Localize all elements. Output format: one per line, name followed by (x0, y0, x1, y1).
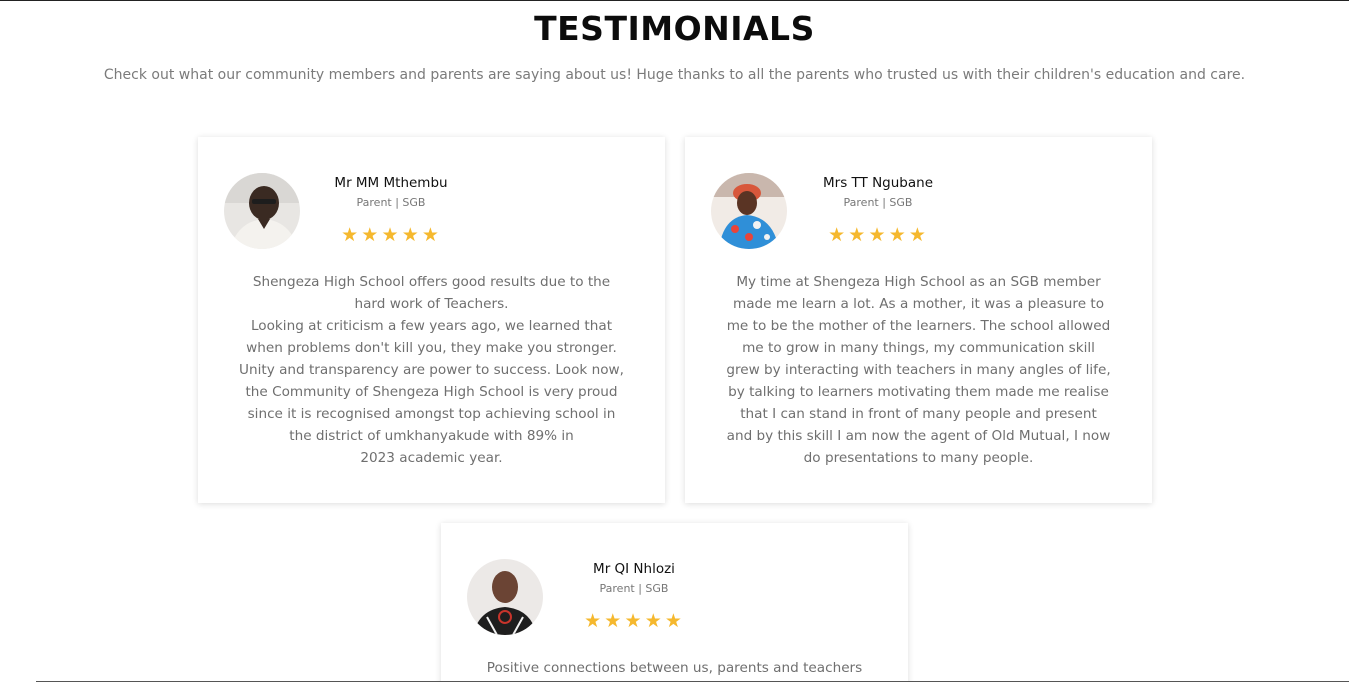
star-icon: ★ (584, 610, 602, 632)
testimonial-role: Parent | SGB (356, 196, 426, 209)
quote-line: me to be the mother of the learners. The… (726, 318, 1111, 334)
testimonial-quote: My time at Shengeza High School as an SG… (713, 271, 1124, 469)
quote-line: My time at Shengeza High School as an SG… (736, 274, 1101, 290)
quote-line: Positive connections between us, parents… (486, 660, 863, 676)
quote-line: 2023 academic year. (360, 450, 503, 466)
testimonial-role: Parent | SGB (599, 582, 669, 595)
testimonial-quote: Shengeza High School offers good results… (226, 271, 637, 469)
star-icon: ★ (868, 224, 886, 246)
avatar (224, 173, 300, 249)
star-icon: ★ (828, 224, 846, 246)
avatar (711, 173, 787, 249)
star-icon: ★ (401, 224, 419, 246)
testimonials-page: TESTIMONIALS Check out what our communit… (0, 0, 1349, 682)
quote-line: Shengeza High School offers good results… (252, 274, 611, 290)
star-rating: ★ ★ ★ ★ ★ (340, 225, 440, 245)
quote-line: when problems don't kill you, they make … (246, 340, 617, 356)
star-icon: ★ (888, 224, 906, 246)
star-icon: ★ (421, 224, 439, 246)
star-icon: ★ (644, 610, 662, 632)
quote-line: the district of umkhanyakude with 89% in (289, 428, 574, 444)
quote-line: by talking to learners motivating them m… (728, 384, 1109, 400)
quote-line: grew by interacting with teachers in man… (726, 362, 1111, 378)
star-icon: ★ (664, 610, 682, 632)
testimonial-quote: Positive connections between us, parents… (469, 657, 880, 679)
quote-line: that I can stand in front of many people… (740, 406, 1097, 422)
quote-line: since it is recognised amongst top achie… (247, 406, 616, 422)
quote-line: do presentations to many people. (803, 450, 1034, 466)
quote-line: Unity and transparency are power to succ… (239, 362, 624, 378)
testimonial-name: Mr QI Nhlozi (593, 561, 675, 577)
testimonial-card: Mrs TT Ngubane Parent | SGB ★ ★ ★ ★ ★ My… (685, 137, 1152, 503)
section-subtitle: Check out what our community members and… (103, 67, 1246, 83)
avatar (467, 559, 543, 635)
testimonial-name: Mr MM Mthembu (334, 175, 448, 191)
quote-line: Looking at criticism a few years ago, we… (250, 318, 613, 334)
star-icon: ★ (624, 610, 642, 632)
section-title: TESTIMONIALS (534, 9, 815, 48)
star-icon: ★ (848, 224, 866, 246)
quote-line: me to grow in many things, my communicat… (742, 340, 1095, 356)
star-icon: ★ (908, 224, 926, 246)
quote-line: hard work of Teachers. (354, 296, 509, 312)
quote-line: and by this skill I am now the agent of … (726, 428, 1111, 444)
star-rating: ★ ★ ★ ★ ★ (827, 225, 927, 245)
quote-line: the Community of Shengeza High School is… (245, 384, 618, 400)
testimonial-card: Mr MM Mthembu Parent | SGB ★ ★ ★ ★ ★ She… (198, 137, 665, 503)
star-rating: ★ ★ ★ ★ ★ (583, 611, 683, 631)
testimonial-name: Mrs TT Ngubane (823, 175, 933, 191)
star-icon: ★ (604, 610, 622, 632)
testimonial-role: Parent | SGB (843, 196, 913, 209)
testimonial-card: Mr QI Nhlozi Parent | SGB ★ ★ ★ ★ ★ Posi… (441, 523, 908, 682)
star-icon: ★ (341, 224, 359, 246)
star-icon: ★ (361, 224, 379, 246)
star-icon: ★ (381, 224, 399, 246)
quote-line: made me learn a lot. As a mother, it was… (732, 296, 1105, 312)
